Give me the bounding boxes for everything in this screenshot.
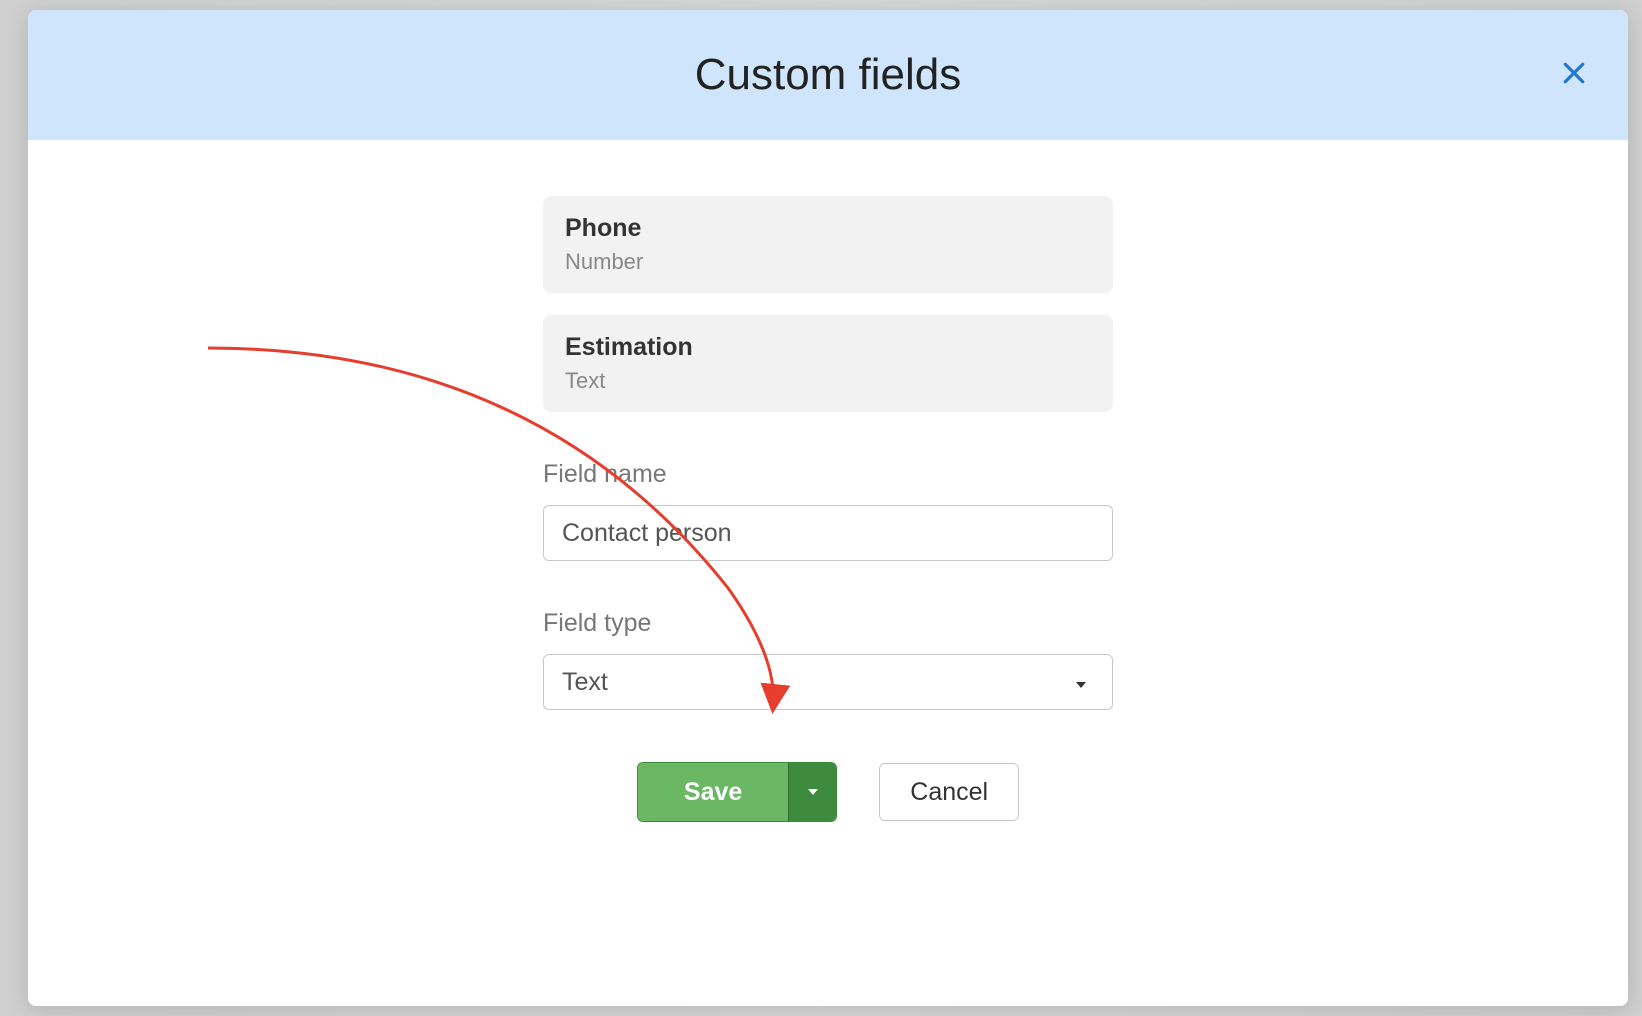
save-button-group: Save Save and add more	[637, 762, 837, 822]
save-button[interactable]: Save	[638, 763, 788, 821]
field-name-group: Field name	[543, 460, 1113, 561]
field-type-select[interactable]: Text	[543, 654, 1113, 710]
save-dropdown-toggle[interactable]	[788, 763, 836, 821]
existing-field-card[interactable]: Estimation Text	[543, 315, 1113, 412]
cancel-button[interactable]: Cancel	[879, 763, 1019, 821]
field-type-group: Field type Text	[543, 609, 1113, 710]
field-card-name: Estimation	[565, 333, 1091, 362]
close-icon	[1559, 58, 1589, 93]
existing-field-card[interactable]: Phone Number	[543, 196, 1113, 293]
content-column: Phone Number Estimation Text Field name …	[543, 196, 1113, 822]
button-row: Save Save and add more Cancel	[543, 762, 1113, 822]
field-type-label: Field type	[543, 609, 1113, 638]
field-card-type: Text	[565, 368, 1091, 394]
caret-down-icon	[806, 785, 820, 800]
modal-body: Phone Number Estimation Text Field name …	[28, 140, 1628, 1006]
modal-title: Custom fields	[695, 50, 962, 100]
field-card-name: Phone	[565, 214, 1091, 243]
caret-down-icon	[1074, 668, 1088, 697]
field-name-label: Field name	[543, 460, 1113, 489]
field-name-input[interactable]	[543, 505, 1113, 561]
modal-header: Custom fields	[28, 10, 1628, 140]
field-card-type: Number	[565, 249, 1091, 275]
close-button[interactable]	[1552, 53, 1596, 97]
field-type-value: Text	[562, 668, 608, 697]
custom-fields-modal: Custom fields Phone Number Estimation Te…	[28, 10, 1628, 1006]
